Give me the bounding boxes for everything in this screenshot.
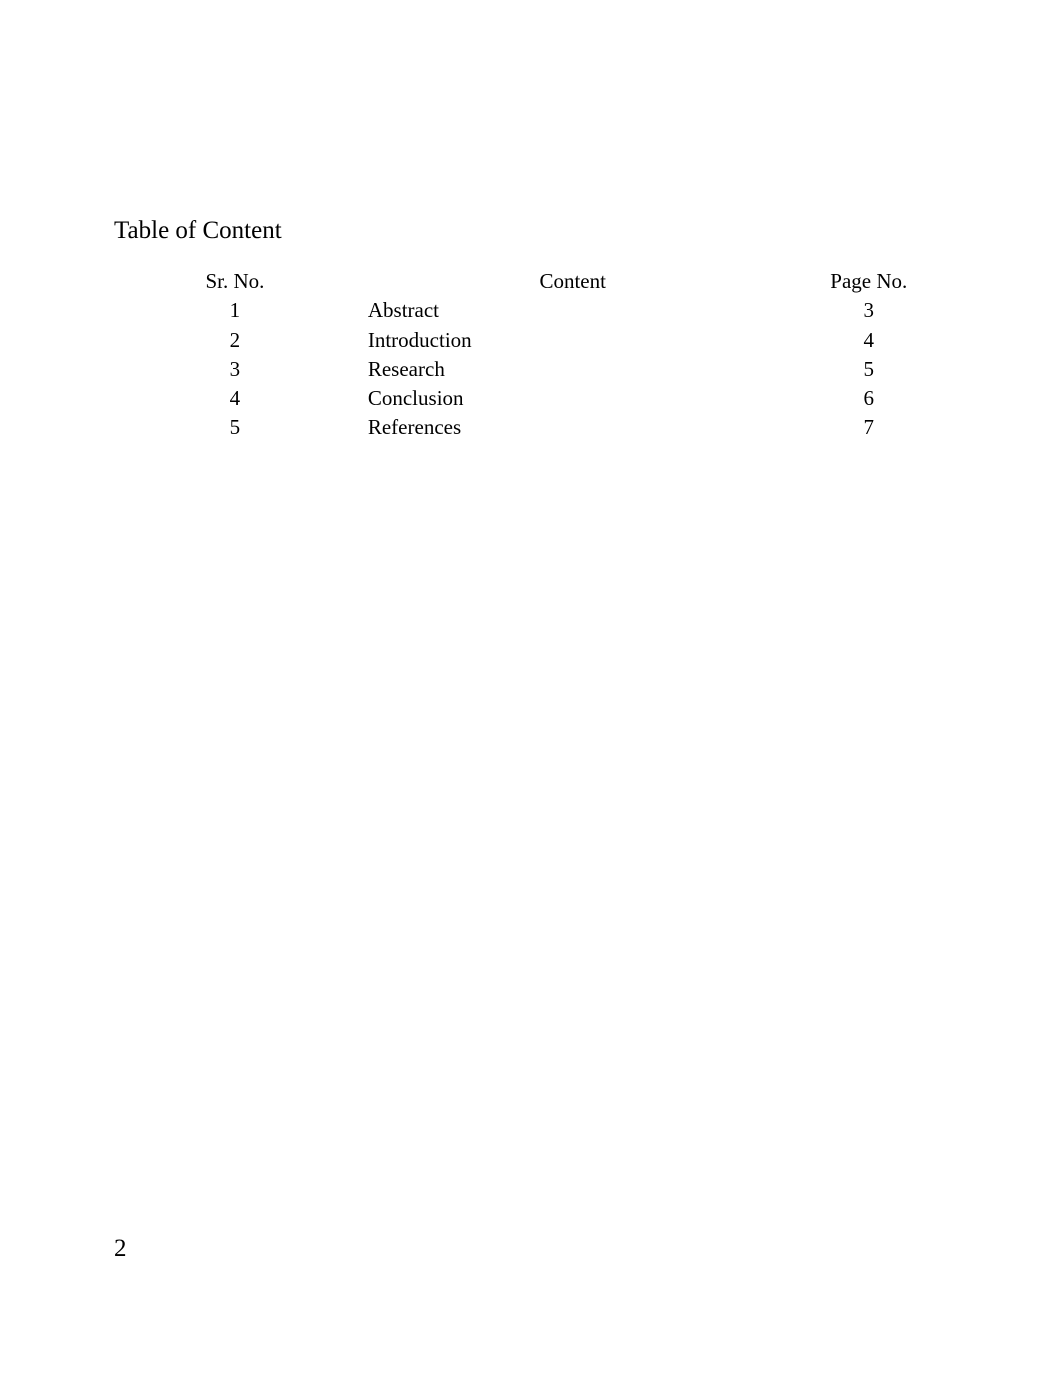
toc-table-container: Sr. No. Content Page No. 1 Abstract 3 2 …: [114, 267, 948, 443]
cell-sr-no: 2: [114, 326, 356, 355]
cell-content: References: [356, 413, 790, 442]
toc-table-body: 1 Abstract 3 2 Introduction 4 3 Research…: [114, 296, 948, 442]
page-title: Table of Content: [114, 215, 288, 247]
cell-page-no: 6: [790, 384, 948, 413]
table-header-content: Content: [356, 267, 790, 296]
page-number: 2: [114, 1235, 127, 1263]
table-row: 3 Research 5: [114, 355, 948, 384]
cell-page-no: 4: [790, 326, 948, 355]
table-header-sr-no: Sr. No.: [114, 267, 356, 296]
table-row: 2 Introduction 4: [114, 326, 948, 355]
table-row: 5 References 7: [114, 413, 948, 442]
cell-page-no: 7: [790, 413, 948, 442]
cell-content: Introduction: [356, 326, 790, 355]
cell-sr-no: 5: [114, 413, 356, 442]
cell-sr-no: 3: [114, 355, 356, 384]
table-row: 4 Conclusion 6: [114, 384, 948, 413]
cell-content: Conclusion: [356, 384, 790, 413]
cell-content: Abstract: [356, 296, 790, 325]
cell-sr-no: 1: [114, 296, 356, 325]
table-header-row: Sr. No. Content Page No.: [114, 267, 948, 296]
cell-page-no: 5: [790, 355, 948, 384]
table-row: 1 Abstract 3: [114, 296, 948, 325]
cell-sr-no: 4: [114, 384, 356, 413]
cell-content: Research: [356, 355, 790, 384]
table-header-page-no: Page No.: [790, 267, 948, 296]
page-content: Table of Content Sr. No. Content Page No…: [114, 215, 948, 443]
toc-table: Sr. No. Content Page No. 1 Abstract 3 2 …: [114, 267, 948, 443]
cell-page-no: 3: [790, 296, 948, 325]
